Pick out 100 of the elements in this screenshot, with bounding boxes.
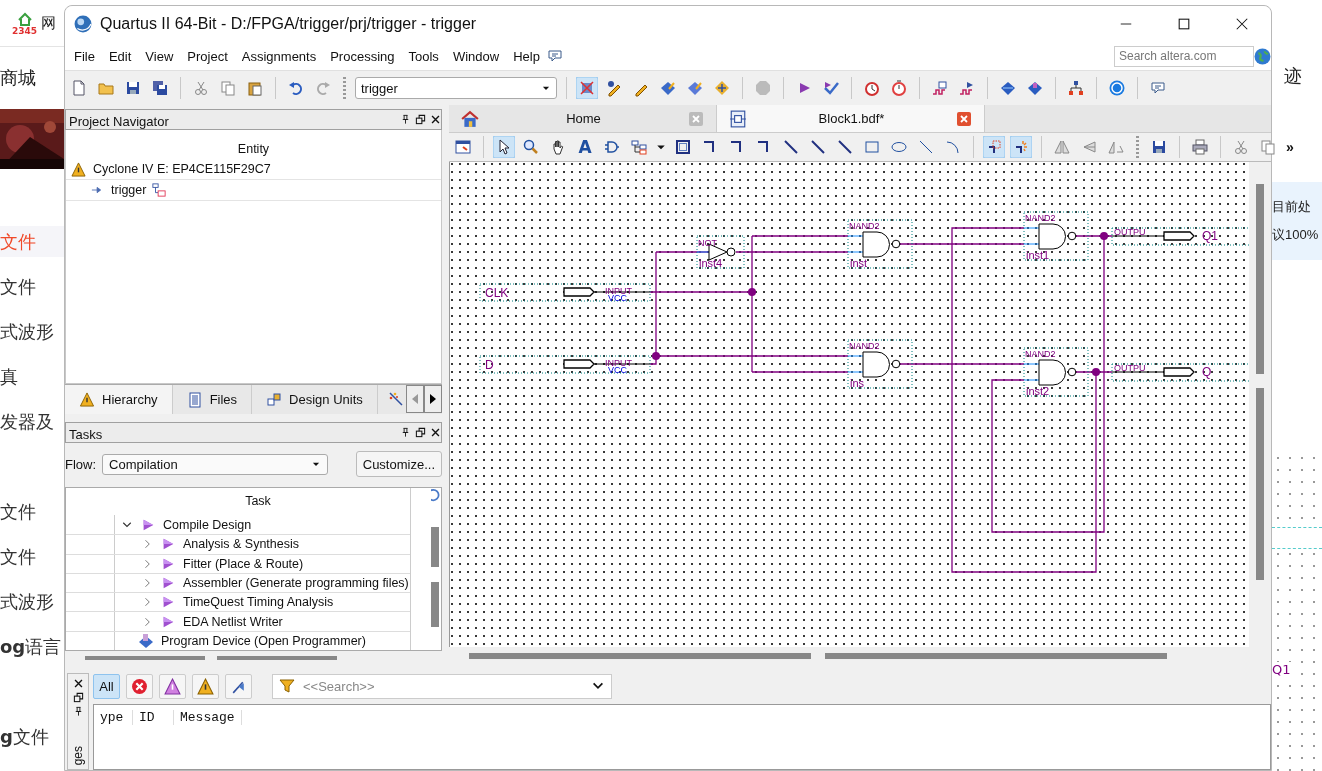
window-title: Quartus II 64-Bit - D:/FPGA/trigger/prj/trigger - trigger — [100, 15, 477, 33]
column-header[interactable]: Message — [174, 710, 242, 725]
column-header[interactable]: Entity — [66, 134, 441, 156]
flow-label: Flow: — [65, 456, 97, 472]
restore-icon[interactable] — [415, 427, 426, 438]
article-link[interactable]: 真 — [0, 354, 64, 399]
gate-type-label: NAND2 — [1025, 349, 1056, 359]
task-item[interactable]: Analysis & Synthesis — [183, 537, 300, 552]
document-tab[interactable]: Home — [449, 105, 717, 132]
customize-button[interactable]: Customize... — [355, 451, 442, 477]
panel-tab[interactable]: ges — [71, 745, 85, 765]
logo-text: 2345 — [12, 26, 38, 36]
site-name[interactable]: 网 — [41, 13, 57, 33]
text-tool-button[interactable]: A — [574, 136, 596, 158]
filter-button[interactable] — [225, 673, 252, 699]
search-field[interactable]: <<Search>> — [272, 673, 612, 699]
chip-icon[interactable] — [576, 77, 598, 99]
menu-item[interactable]: Tools — [401, 45, 446, 67]
close-icon[interactable] — [430, 114, 441, 125]
menu-item[interactable]: Help — [506, 45, 547, 67]
filter-button[interactable] — [126, 673, 153, 699]
document-icon — [186, 391, 203, 408]
panel-tab[interactable]: Design Units — [252, 385, 378, 414]
nand-gate — [1023, 211, 1089, 261]
scrollbar-thumb[interactable] — [431, 582, 439, 627]
warning-icon — [197, 677, 214, 695]
article-link[interactable]: g文件 — [0, 714, 64, 759]
article-link[interactable]: 文件 — [0, 534, 64, 579]
instance-label: ins — [850, 377, 865, 389]
panel-tab[interactable]: Hierarchy — [65, 385, 173, 414]
filter-button[interactable] — [159, 673, 186, 699]
close-icon[interactable] — [72, 678, 84, 689]
task-item[interactable]: Compile Design — [163, 517, 252, 532]
filter-button[interactable] — [192, 673, 219, 699]
project-dropdown[interactable]: trigger — [355, 77, 557, 99]
column-header[interactable]: ype — [94, 710, 133, 725]
pin-type-label: OUTPU — [1114, 363, 1146, 373]
article-link[interactable]: og语言 — [0, 624, 64, 669]
menu-item[interactable]: Assignments — [234, 45, 324, 67]
instance-label: inst — [850, 257, 868, 269]
gate-type-label: NAND2 — [849, 341, 880, 351]
restore-icon[interactable] — [415, 114, 426, 125]
menu-item[interactable]: Window — [445, 45, 507, 67]
schematic-canvas[interactable]: CLK INPUT VCC D INPUT VCC OUTPU Q1 OUTPU Q NOT inst4 NAND2 inst NAND2 ins NAND2 inst1 NAND2 inst2 — [449, 162, 1249, 647]
filter-button[interactable]: All — [93, 673, 120, 699]
tree-item[interactable]: trigger — [111, 183, 147, 197]
menu-item[interactable]: Processing — [323, 45, 402, 67]
scrollbar-thumb[interactable] — [85, 656, 205, 660]
task-item[interactable]: Program Device (Open Programmer) — [161, 633, 366, 648]
restore-icon[interactable] — [72, 692, 84, 703]
pin-name: D — [485, 358, 494, 372]
globe-icon[interactable] — [1254, 47, 1271, 65]
nav-link[interactable]: 商城 — [0, 47, 64, 109]
pin-icon[interactable] — [400, 114, 411, 125]
menu-item[interactable]: File — [67, 45, 102, 67]
document-tab[interactable]: Block1.bdf* — [717, 105, 985, 132]
scrollbar-thumb[interactable] — [217, 656, 337, 660]
printer-icon[interactable] — [1189, 136, 1211, 158]
nand-gate — [1023, 347, 1089, 397]
task-item[interactable]: Fitter (Place & Route) — [183, 556, 304, 571]
junction-dot — [1100, 232, 1108, 240]
junction-dot — [652, 352, 660, 360]
partial-line-icon[interactable] — [1010, 136, 1032, 158]
task-item[interactable]: EDA Netlist Writer — [183, 614, 283, 629]
task-item[interactable]: Assembler (Generate programming files) — [183, 575, 409, 590]
task-item[interactable]: TimeQuest Timing Analysis — [183, 595, 334, 610]
menu-item[interactable]: Edit — [101, 45, 139, 67]
warning-icon — [70, 161, 87, 177]
panel-tab[interactable]: Files — [172, 385, 253, 414]
menu-item[interactable]: Project — [180, 45, 235, 67]
article-link[interactable]: 文件 — [0, 264, 64, 309]
scrollbar-thumb[interactable] — [431, 527, 439, 567]
search-field[interactable]: Search altera.com — [1114, 45, 1254, 67]
speech-bubble-icon[interactable] — [546, 48, 563, 64]
pin-name: Q1 — [1272, 662, 1291, 677]
programmer-icon — [137, 632, 155, 649]
menu-item[interactable]: View — [138, 45, 181, 67]
close-icon[interactable] — [430, 427, 441, 438]
article-link[interactable]: 发器及 — [0, 399, 64, 444]
pin-icon[interactable] — [400, 427, 411, 438]
article-link[interactable]: 式波形 — [0, 579, 64, 624]
nav-link[interactable]: 迹 — [1272, 64, 1322, 98]
tree-item[interactable]: Cyclone IV E: EP4CE115F29C7 — [93, 162, 271, 176]
pointer-icon[interactable] — [493, 136, 515, 158]
pin-name: Q — [1202, 365, 1212, 379]
rubberband-icon[interactable] — [983, 136, 1005, 158]
column-header[interactable]: ID — [133, 710, 174, 725]
article-link[interactable]: 式波形 — [0, 309, 64, 354]
flow-dropdown[interactable]: Compilation — [102, 453, 329, 475]
pin-name: CLK — [485, 286, 509, 300]
article-link[interactable]: 文件 — [0, 489, 64, 534]
instance-label: inst2 — [1026, 385, 1050, 397]
column-header[interactable]: Task — [245, 494, 271, 509]
blocks-icon — [266, 391, 283, 408]
pin-name: Q1 — [1202, 229, 1218, 243]
gate-type-label: NOT — [698, 238, 717, 248]
notice-text: 议100% — [1272, 226, 1320, 244]
scroll-right-icon[interactable] — [424, 385, 442, 413]
play-icon — [161, 537, 175, 552]
more-button[interactable]: » — [1284, 139, 1296, 155]
